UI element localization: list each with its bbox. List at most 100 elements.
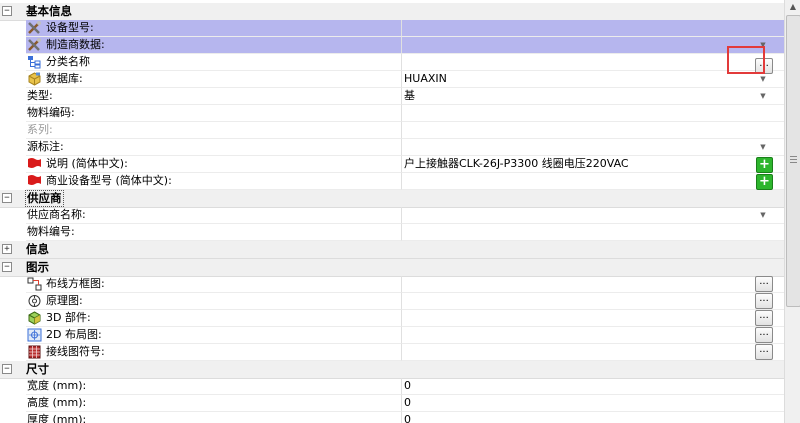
layout-2d-value[interactable]: ... [402,327,784,344]
depth-value-cell[interactable]: 0 [402,412,784,423]
schematic-value[interactable]: ... [402,293,784,310]
schematic-browse-button[interactable]: ... [755,293,773,309]
schematic-label: 原理图: [46,294,83,307]
row-manufacturer-data[interactable]: 制造商数据: ▼ [0,37,784,54]
layout-2d-label: 2D 布局图: [46,328,102,341]
category-info-label: 信息 [26,242,49,256]
flag-icon [27,174,42,188]
terminal-grid-icon [27,345,42,359]
commercial-model-label: 商业设备型号 (简体中文): [46,174,172,187]
part-3d-browse-button[interactable]: ... [755,310,773,326]
material-code-label: 物料编码: [27,106,75,119]
terminal-symbol-label: 接线图符号: [46,345,105,358]
row-device-model[interactable]: 设备型号: [0,20,784,37]
collapse-basic-info[interactable]: − [2,6,12,16]
row-depth[interactable]: 厚度 (mm): 0 [0,412,784,423]
wiring-block-label: 布线方框图: [46,277,105,290]
database-value: HUAXIN [404,72,447,85]
row-3d-part[interactable]: 3D 部件: ... [0,310,784,327]
description-value-cell[interactable]: 户上接触器CLK-26J-P3300 线圈电压220VAC + [402,156,784,173]
row-type[interactable]: 类型: 基 ▼ [0,88,784,105]
terminal-symbol-value[interactable]: ... [402,344,784,361]
tools-icon [27,38,42,52]
wiring-block-browse-button[interactable]: ... [755,276,773,292]
row-description[interactable]: 说明 (简体中文): 户上接触器CLK-26J-P3300 线圈电压220VAC… [0,156,784,173]
add-translation-button[interactable]: + [756,157,773,173]
cube-3d-icon [27,311,42,325]
description-value: 户上接触器CLK-26J-P3300 线圈电压220VAC [404,157,629,170]
supplier-name-label: 供应商名称: [27,208,86,221]
device-model-label: 设备型号: [46,21,94,34]
row-height[interactable]: 高度 (mm): 0 [0,395,784,412]
category-info[interactable]: + 信息 [0,241,784,259]
manufacturer-data-label: 制造商数据: [46,38,105,51]
collapse-symbols[interactable]: − [2,262,12,272]
source-note-label: 源标注: [27,140,64,153]
chevron-down-icon[interactable]: ▼ [756,141,770,153]
supplier-name-value[interactable]: ▼ [402,207,784,224]
category-basic-info-label: 基本信息 [26,4,72,18]
type-label: 类型: [27,89,53,102]
scrollbar-thumb[interactable] [786,15,800,307]
chevron-down-icon[interactable]: ▼ [756,209,770,221]
width-value: 0 [404,379,411,392]
height-value: 0 [404,396,411,409]
database-icon [27,72,42,86]
row-category-name[interactable]: 分类名称 ... [0,54,784,74]
chevron-down-icon[interactable]: ▼ [756,90,770,102]
category-symbols-label: 图示 [26,260,49,274]
row-2d-layout[interactable]: 2D 布局图: ... [0,327,784,344]
material-code-value[interactable] [402,105,784,122]
part-3d-value[interactable]: ... [402,310,784,327]
category-name-label: 分类名称 [46,55,90,68]
material-number-value[interactable] [402,224,784,241]
row-terminal-symbol[interactable]: 接线图符号: ... [0,344,784,361]
terminal-symbol-browse-button[interactable]: ... [755,344,773,360]
category-basic-info[interactable]: − 基本信息 [0,3,784,21]
source-note-value[interactable]: ▼ [402,139,784,156]
add-translation-button[interactable]: + [756,174,773,190]
row-supplier-name[interactable]: 供应商名称: ▼ [0,207,784,224]
block-diagram-icon [27,277,42,291]
tree-icon [27,55,42,69]
row-database[interactable]: 数据库: HUAXIN ▼ [0,71,784,88]
flag-icon [27,157,42,171]
commercial-model-value[interactable]: + [402,173,784,190]
tools-icon [27,21,42,35]
part-3d-label: 3D 部件: [46,311,91,324]
description-label: 说明 (简体中文): [46,157,128,170]
category-symbols[interactable]: − 图示 [0,259,784,277]
row-schematic[interactable]: 原理图: ... [0,293,784,310]
depth-label: 厚度 (mm): [27,413,87,423]
collapse-supplier[interactable]: − [2,193,12,203]
height-value-cell[interactable]: 0 [402,395,784,412]
row-width[interactable]: 宽度 (mm): 0 [0,378,784,395]
type-value-cell[interactable]: 基 ▼ [402,88,784,105]
row-material-code[interactable]: 物料编码: [0,105,784,122]
layout-2d-browse-button[interactable]: ... [755,327,773,343]
width-value-cell[interactable]: 0 [402,378,784,395]
category-supplier[interactable]: − 供应商 [0,190,784,208]
row-wiring-block[interactable]: 布线方框图: ... [0,276,784,293]
vertical-scrollbar[interactable]: ▲ [784,0,800,423]
category-dimensions[interactable]: − 尺寸 [0,361,784,379]
device-model-value[interactable] [402,20,784,37]
series-label: 系列: [27,123,53,136]
material-number-label: 物料编号: [27,225,75,238]
category-dimensions-label: 尺寸 [26,362,49,376]
expand-info[interactable]: + [2,244,12,254]
layout-2d-icon [27,328,42,342]
scrollbar-grip-icon [790,156,797,164]
category-supplier-label: 供应商 [25,190,64,207]
wiring-block-value[interactable]: ... [402,276,784,293]
highlight-annotation-box [727,46,765,74]
row-source-note[interactable]: 源标注: ▼ [0,139,784,156]
chevron-down-icon[interactable]: ▼ [756,73,770,85]
collapse-dimensions[interactable]: − [2,364,12,374]
scroll-up-arrow-icon[interactable]: ▲ [788,2,798,12]
row-material-number[interactable]: 物料编号: [0,224,784,241]
width-label: 宽度 (mm): [27,379,87,392]
type-value: 基 [404,89,415,102]
row-commercial-model[interactable]: 商业设备型号 (简体中文): + [0,173,784,190]
height-label: 高度 (mm): [27,396,87,409]
